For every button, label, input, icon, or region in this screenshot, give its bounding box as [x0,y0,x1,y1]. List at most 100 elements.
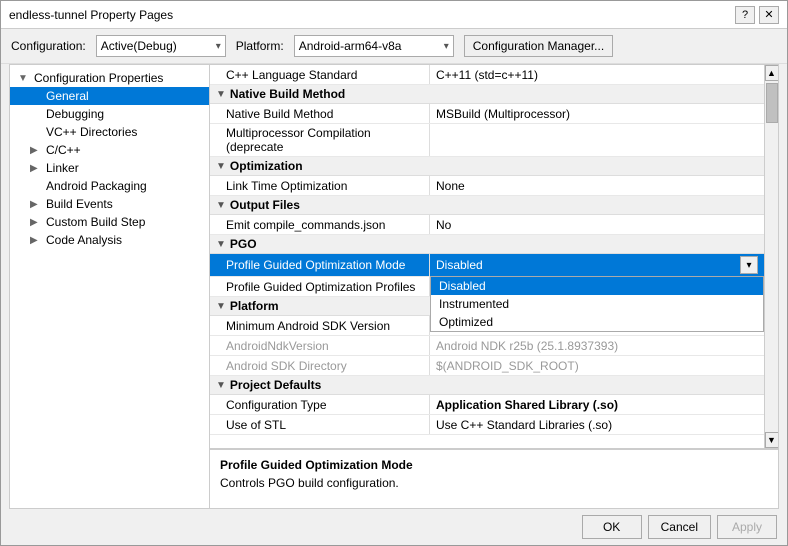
sidebar-item-label-custom-build: Custom Build Step [46,215,145,229]
prop-name-multiprocessor: Multiprocessor Compilation (deprecate [210,124,430,156]
prop-row-multiprocessor[interactable]: Multiprocessor Compilation (deprecate [210,124,764,157]
prop-name-min-sdk: Minimum Android SDK Version [210,316,430,335]
section-arrow-native-build: ▼ [216,89,226,100]
dropdown-list-pgo-mode: DisabledInstrumentedOptimized [430,276,764,332]
dropdown-option-2[interactable]: Optimized [431,313,763,331]
bottom-buttons: OK Cancel Apply [1,509,787,545]
scroll-up-button[interactable]: ▲ [765,65,779,81]
prop-row-pgo-mode[interactable]: Profile Guided Optimization Mode Disabled… [210,254,764,277]
prop-name-config-type: Configuration Type [210,395,430,414]
sidebar-item-label-cpp: C/C++ [46,143,81,157]
sidebar-item-label-android-pkg: Android Packaging [46,179,147,193]
prop-row-ndk-version[interactable]: AndroidNdkVersionAndroid NDK r25b (25.1.… [210,336,764,356]
configuration-dropdown[interactable]: Active(Debug) ▾ [96,35,226,57]
sidebar: ▼ Configuration Properties General Debuggin… [10,65,210,508]
sidebar-item-cpp[interactable]: ▶ C/C++ [10,141,209,159]
section-header-project-defaults[interactable]: ▼Project Defaults [210,376,764,395]
apply-button[interactable]: Apply [717,515,777,539]
section-arrow-platform: ▼ [216,301,226,312]
prop-value-text-link-time-opt: None [436,179,465,193]
section-label-output-files: Output Files [230,198,300,212]
sidebar-item-code-analysis[interactable]: ▶ Code Analysis [10,231,209,249]
sidebar-item-label-config-props: Configuration Properties [34,71,163,85]
section-header-optimization[interactable]: ▼ Optimization [210,157,764,176]
scrollbar[interactable]: ▲ ▼ [764,65,778,448]
section-arrow-optimization: ▼ [216,161,226,172]
prop-value-text-emit-compile: No [436,218,451,232]
prop-value-cpp-lang: C++11 (std=c++11) [430,65,764,84]
prop-value-link-time-opt: None [430,176,764,195]
sidebar-item-label-build-events: Build Events [46,197,113,211]
platform-dropdown[interactable]: Android-arm64-v8a ▾ [294,35,454,57]
title-bar-buttons: ? ✕ [735,6,779,24]
prop-name-link-time-opt: Link Time Optimization [210,176,430,195]
prop-name-use-stl: Use of STL [210,415,430,434]
section-header-output-files[interactable]: ▼Output Files [210,196,764,215]
main-content: ▼ Configuration Properties General Debuggin… [9,64,779,509]
prop-value-pgo-mode[interactable]: Disabled▾DisabledInstrumentedOptimized [430,254,764,276]
prop-value-text-native-build-method: MSBuild (Multiprocessor) [436,107,570,121]
prop-row-emit-compile[interactable]: Emit compile_commands.json No [210,215,764,235]
cancel-button[interactable]: Cancel [648,515,711,539]
ok-button[interactable]: OK [582,515,642,539]
prop-name-sdk-dir: Android SDK Directory [210,356,430,375]
section-header-pgo[interactable]: ▼PGO [210,235,764,254]
section-header-native-build[interactable]: ▼ Native Build Method [210,85,764,104]
sidebar-item-linker[interactable]: ▶Linker [10,159,209,177]
configuration-label: Configuration: [11,39,86,53]
description-text: Controls PGO build configuration. [220,476,768,490]
section-label-native-build: Native Build Method [230,87,345,101]
prop-row-use-stl[interactable]: Use of STLUse C++ Standard Libraries (.s… [210,415,764,435]
config-manager-button[interactable]: Configuration Manager... [464,35,613,57]
close-button[interactable]: ✕ [759,6,779,24]
dropdown-option-1[interactable]: Instrumented [431,295,763,313]
section-label-pgo: PGO [230,237,257,251]
prop-row-link-time-opt[interactable]: Link Time Optimization None [210,176,764,196]
prop-value-native-build-method: MSBuild (Multiprocessor) [430,104,764,123]
prop-name-pgo-mode: Profile Guided Optimization Mode [210,254,430,276]
prop-name-pgo-profiles: Profile Guided Optimization Profiles [210,277,430,296]
property-pages-window: endless-tunnel Property Pages ? ✕ Config… [0,0,788,546]
dropdown-option-0[interactable]: Disabled [431,277,763,295]
expand-icon-code-analysis: ▶ [30,235,42,246]
prop-value-text-pgo-mode: Disabled [436,258,483,272]
prop-row-native-build-method[interactable]: Native Build Method MSBuild (Multiprocess… [210,104,764,124]
scroll-down-button[interactable]: ▼ [765,432,779,448]
section-label-optimization: Optimization [230,159,303,173]
platform-label: Platform: [236,39,284,53]
prop-row-cpp-lang[interactable]: C++ Language StandardC++11 (std=c++11) [210,65,764,85]
description-panel: Profile Guided Optimization Mode Control… [210,448,778,508]
sidebar-item-label-linker: Linker [46,161,79,175]
window-title: endless-tunnel Property Pages [9,8,173,22]
help-button[interactable]: ? [735,6,755,24]
section-label-platform: Platform [230,299,279,313]
prop-value-emit-compile: No [430,215,764,234]
prop-value-ndk-version: Android NDK r25b (25.1.8937393) [430,336,764,355]
expand-icon-custom-build: ▶ [30,217,42,228]
prop-value-text-cpp-lang: C++11 (std=c++11) [436,68,538,82]
scroll-thumb[interactable] [766,83,778,123]
property-table-wrap: C++ Language StandardC++11 (std=c++11) ▼ N… [210,65,778,448]
expand-icon-cpp: ▶ [30,145,42,156]
sidebar-item-android-pkg[interactable]: Android Packaging [10,177,209,195]
prop-value-text-sdk-dir: $(ANDROID_SDK_ROOT) [436,359,579,373]
expand-icon-build-events: ▶ [30,199,42,210]
sidebar-item-build-events[interactable]: ▶ Build Events [10,195,209,213]
sidebar-item-vc-dirs[interactable]: VC++ Directories [10,123,209,141]
title-bar: endless-tunnel Property Pages ? ✕ [1,1,787,29]
prop-row-sdk-dir[interactable]: Android SDK Directory $(ANDROID_SDK_ROOT) [210,356,764,376]
prop-name-emit-compile: Emit compile_commands.json [210,215,430,234]
prop-value-dropdown-btn-pgo-mode[interactable]: ▾ [740,256,758,274]
sidebar-item-config-props[interactable]: ▼ Configuration Properties [10,69,209,87]
prop-name-native-build-method: Native Build Method [210,104,430,123]
config-row: Configuration: Active(Debug) ▾ Platform:… [1,29,787,64]
prop-value-use-stl: Use C++ Standard Libraries (.so) [430,415,764,434]
sidebar-item-label-code-analysis: Code Analysis [46,233,122,247]
sidebar-item-custom-build[interactable]: ▶ Custom Build Step [10,213,209,231]
expand-icon-config-props: ▼ [18,73,30,84]
sidebar-item-general[interactable]: General [10,87,209,105]
section-label-project-defaults: Project Defaults [230,378,321,392]
sidebar-item-label-general: General [46,89,89,103]
sidebar-item-debugging[interactable]: Debugging [10,105,209,123]
prop-row-config-type[interactable]: Configuration TypeApplication Shared Lib… [210,395,764,415]
